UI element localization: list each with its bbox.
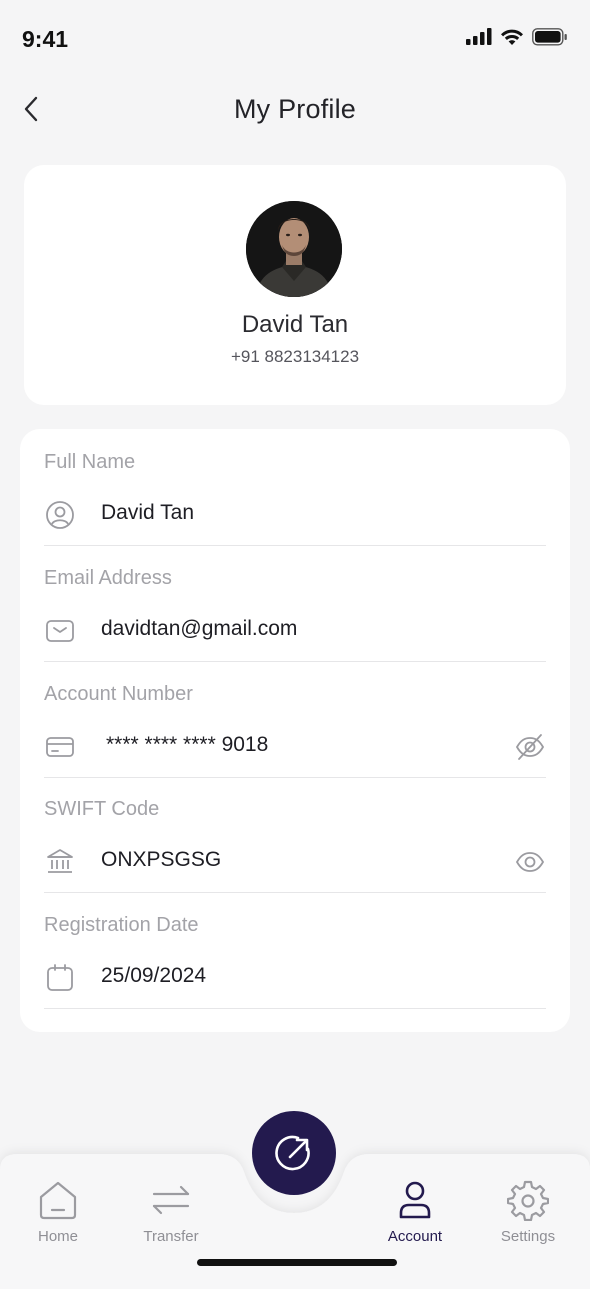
user-circle-icon xyxy=(44,499,76,531)
home-icon xyxy=(36,1178,80,1222)
profile-phone: +91 8823134123 xyxy=(230,347,360,366)
mail-icon xyxy=(44,615,76,647)
send-money-icon xyxy=(275,1135,310,1171)
nav-item-settings[interactable]: Settings xyxy=(478,1178,578,1250)
battery-icon xyxy=(532,28,567,46)
nav-item-home[interactable]: Home xyxy=(8,1178,108,1250)
gear-icon xyxy=(506,1178,550,1222)
field-row[interactable]: **** **** **** 9018 xyxy=(44,729,546,765)
field-registration-date: Registration Date 25/09/2024 xyxy=(44,892,546,1009)
field-row[interactable]: 25/09/2024 xyxy=(44,960,546,996)
send-money-button[interactable] xyxy=(252,1111,336,1195)
user-icon xyxy=(393,1178,437,1222)
field-value: David Tan xyxy=(101,501,195,524)
eye-icon[interactable] xyxy=(514,846,546,878)
status-time: 9:41 xyxy=(22,26,69,52)
nav-label: Home xyxy=(37,1228,78,1245)
bank-icon xyxy=(44,846,76,878)
details-card: Full Name David Tan Email Address davidt… xyxy=(20,429,570,1032)
bottom-nav: Home Transfer Account Settings xyxy=(0,1100,590,1289)
field-row[interactable]: David Tan xyxy=(44,497,546,533)
profile-card: David Tan +91 8823134123 xyxy=(24,165,566,405)
field-label: Registration Date xyxy=(44,914,199,936)
wifi-icon xyxy=(501,29,523,45)
profile-name: David Tan xyxy=(241,311,349,338)
field-row[interactable]: davidtan@gmail.com xyxy=(44,613,546,649)
avatar[interactable] xyxy=(246,201,342,297)
nav-label: Settings xyxy=(500,1228,556,1245)
transfer-icon xyxy=(149,1178,193,1222)
credit-card-icon xyxy=(44,731,76,763)
field-email: Email Address davidtan@gmail.com xyxy=(44,545,546,662)
field-label: Full Name xyxy=(44,451,136,473)
field-full-name: Full Name David Tan xyxy=(44,429,546,546)
field-account-number: Account Number **** **** **** 9018 xyxy=(44,661,546,778)
page-title: My Profile xyxy=(233,94,357,124)
field-label: Email Address xyxy=(44,567,172,589)
field-value: davidtan@gmail.com xyxy=(101,617,298,640)
nav-item-transfer[interactable]: Transfer xyxy=(121,1178,221,1250)
field-value: ONXPSGSG xyxy=(101,848,222,871)
field-swift-code: SWIFT Code ONXPSGSG xyxy=(44,776,546,893)
home-indicator xyxy=(197,1259,397,1266)
calendar-icon xyxy=(44,962,76,994)
field-row[interactable]: ONXPSGSG xyxy=(44,844,546,880)
divider xyxy=(44,1008,546,1009)
status-icons xyxy=(466,28,568,46)
header: My Profile xyxy=(0,78,590,142)
field-value: 25/09/2024 xyxy=(101,964,207,987)
status-bar: 9:41 xyxy=(0,0,590,78)
eye-off-icon[interactable] xyxy=(514,731,546,763)
signal-icon xyxy=(466,28,492,45)
field-label: Account Number xyxy=(44,683,193,705)
nav-label: Transfer xyxy=(143,1228,199,1245)
field-value: **** **** **** 9018 xyxy=(106,733,269,756)
nav-item-account[interactable]: Account xyxy=(365,1178,465,1250)
avatar-photo xyxy=(246,201,342,297)
field-label: SWIFT Code xyxy=(44,798,160,820)
nav-label: Account xyxy=(387,1228,443,1245)
